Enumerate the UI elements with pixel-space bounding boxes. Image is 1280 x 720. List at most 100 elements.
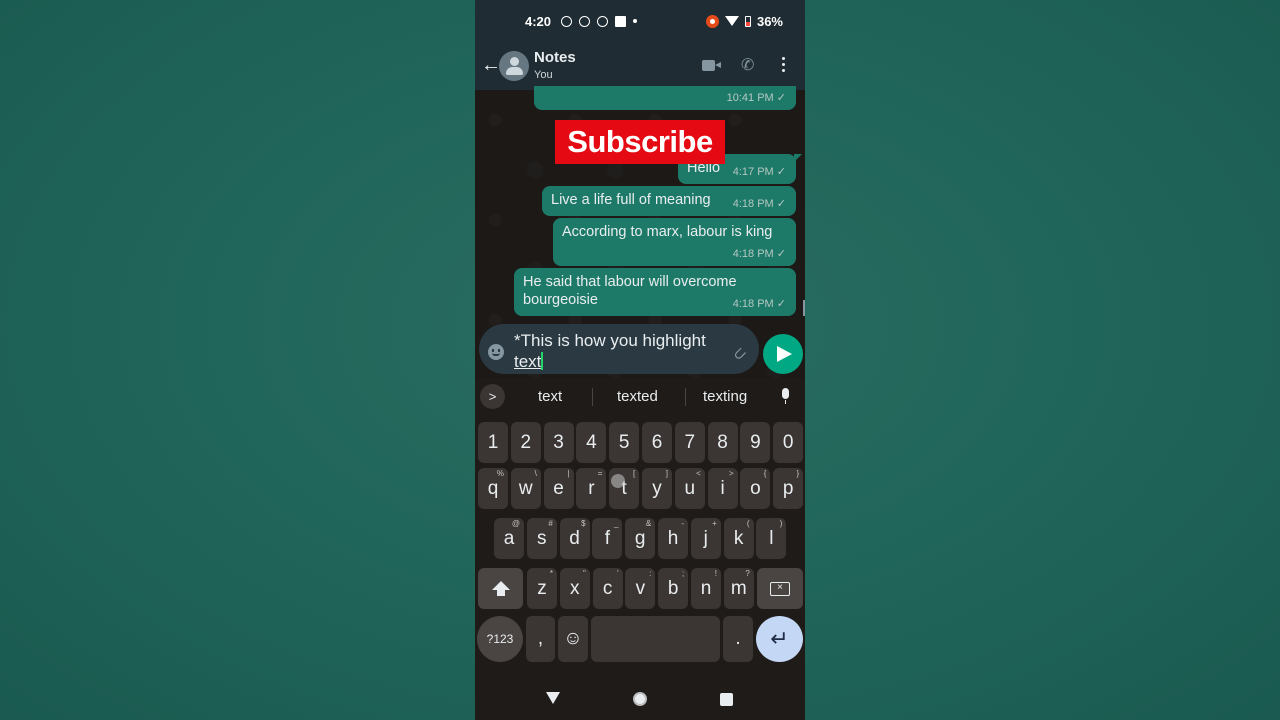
- key-alt-label: -: [681, 519, 684, 528]
- key-label: a: [503, 527, 515, 549]
- key-o[interactable]: o{: [740, 468, 771, 509]
- key-label: y: [652, 477, 662, 499]
- key-d[interactable]: d $: [559, 518, 590, 559]
- chevron-right-icon[interactable]: >: [480, 384, 505, 409]
- symbols-key[interactable]: ?123: [477, 616, 523, 662]
- key-9[interactable]: 9: [740, 422, 771, 463]
- message-input[interactable]: *This is how you highlight text: [514, 330, 724, 372]
- key-7[interactable]: 7: [674, 422, 705, 463]
- period-key[interactable]: .: [723, 616, 753, 662]
- key-alt-label: :: [649, 569, 652, 578]
- overflow-menu-icon[interactable]: [782, 57, 786, 75]
- emoji-key[interactable]: ☺: [558, 616, 588, 662]
- key-e[interactable]: e |: [543, 468, 574, 509]
- key-0[interactable]: 0: [773, 422, 804, 463]
- key-i[interactable]: i >: [707, 468, 738, 509]
- send-button[interactable]: [763, 334, 803, 374]
- key-2[interactable]: 2: [510, 422, 541, 463]
- key-alt-label: ': [617, 569, 619, 578]
- key-4[interactable]: 4: [576, 422, 607, 463]
- comma-key[interactable]: ,: [526, 616, 555, 662]
- paperclip-icon[interactable]: ⊂: [728, 342, 752, 366]
- key-x[interactable]: x ": [559, 568, 590, 609]
- back-arrow-icon[interactable]: ←: [481, 54, 501, 77]
- message-bubble[interactable]: Live a life full of meaning 4:18 PM ✓: [542, 186, 796, 216]
- touch-indicator: [611, 474, 625, 488]
- key-label: r: [588, 477, 595, 499]
- key-z[interactable]: z *: [527, 568, 557, 609]
- key-alt-label: @: [511, 519, 520, 528]
- suggestion-item[interactable]: text: [538, 388, 562, 405]
- key-p[interactable]: p}: [773, 468, 804, 509]
- key-k[interactable]: k(: [723, 518, 754, 559]
- key-alt-label: }: [796, 469, 800, 478]
- message-bubble[interactable]: He said that labour will overcome bourge…: [514, 268, 796, 316]
- chat-title[interactable]: Notes: [534, 49, 576, 66]
- key-h[interactable]: h-: [658, 518, 688, 559]
- key-5[interactable]: 5: [609, 422, 640, 463]
- video-call-icon[interactable]: [702, 60, 721, 71]
- phone-call-icon[interactable]: ✆: [741, 55, 754, 75]
- screen-record-icon: [705, 14, 719, 28]
- microphone-icon[interactable]: [782, 388, 789, 404]
- key-1[interactable]: 1: [478, 422, 508, 463]
- key-q[interactable]: q%: [478, 468, 508, 509]
- key-j[interactable]: j +: [690, 518, 721, 559]
- key-n[interactable]: n!: [691, 568, 721, 609]
- key-label: 7: [684, 431, 696, 453]
- key-8[interactable]: 8: [707, 422, 738, 463]
- space-key[interactable]: [591, 616, 720, 662]
- input-line-2: text: [514, 352, 542, 371]
- message-time: 4:18 PM ✓: [732, 198, 786, 210]
- key-label: 0: [782, 431, 794, 453]
- key-l[interactable]: l): [756, 518, 787, 559]
- text-cursor: [541, 352, 544, 370]
- key-label: p: [782, 477, 794, 499]
- emoji-icon[interactable]: [488, 344, 504, 360]
- key-6[interactable]: 6: [642, 422, 672, 463]
- enter-key[interactable]: ↵: [756, 616, 803, 662]
- key-label: c: [602, 577, 613, 599]
- nav-home-icon[interactable]: [633, 692, 647, 706]
- key-alt-label: +: [712, 519, 717, 528]
- key-alt-label: ]: [665, 469, 668, 478]
- whatsapp-icon: [561, 15, 572, 27]
- suggestion-item[interactable]: texting: [703, 388, 747, 405]
- battery-icon: [744, 15, 751, 27]
- status-time: 4:20: [525, 13, 552, 29]
- message-composer[interactable]: *This is how you highlight text ⊂: [479, 324, 759, 374]
- group-avatar[interactable]: [499, 51, 529, 81]
- key-3[interactable]: 3: [543, 422, 574, 463]
- key-label: 3: [553, 431, 564, 453]
- key-label: k: [733, 527, 744, 549]
- key-alt-label: !: [714, 569, 717, 578]
- key-g[interactable]: g &: [625, 518, 656, 559]
- key-alt-label: ;: [681, 569, 685, 578]
- battery-level: 36%: [756, 13, 783, 29]
- key-a[interactable]: a @: [494, 518, 524, 559]
- key-m[interactable]: m?: [723, 568, 754, 609]
- image-icon: [615, 15, 626, 27]
- key-f[interactable]: f _: [592, 518, 623, 559]
- nav-back-icon[interactable]: [546, 692, 560, 704]
- backspace-key[interactable]: ×: [757, 568, 803, 609]
- status-right: 36%: [705, 13, 783, 29]
- key-c[interactable]: c ': [592, 568, 623, 609]
- key-label: b: [667, 577, 679, 599]
- key-b[interactable]: b;: [658, 568, 689, 609]
- suggestion-item[interactable]: texted: [617, 388, 658, 405]
- key-label: z: [537, 577, 547, 599]
- key-alt-label: <: [696, 469, 701, 478]
- key-s[interactable]: s #: [526, 518, 557, 559]
- message-bubble[interactable]: 10:41 PM ✓: [534, 86, 796, 110]
- message-bubble[interactable]: According to marx, labour is king 4:18 P…: [553, 218, 796, 266]
- key-v[interactable]: v:: [625, 568, 656, 609]
- key-label: 5: [618, 431, 630, 453]
- key-w[interactable]: w \: [510, 468, 541, 509]
- shift-key[interactable]: [478, 568, 523, 609]
- key-u[interactable]: u <: [674, 468, 705, 509]
- key-r[interactable]: r =: [576, 468, 607, 509]
- wifi-icon: [724, 16, 739, 26]
- key-y[interactable]: y]: [642, 468, 672, 509]
- nav-recents-icon[interactable]: [720, 693, 733, 706]
